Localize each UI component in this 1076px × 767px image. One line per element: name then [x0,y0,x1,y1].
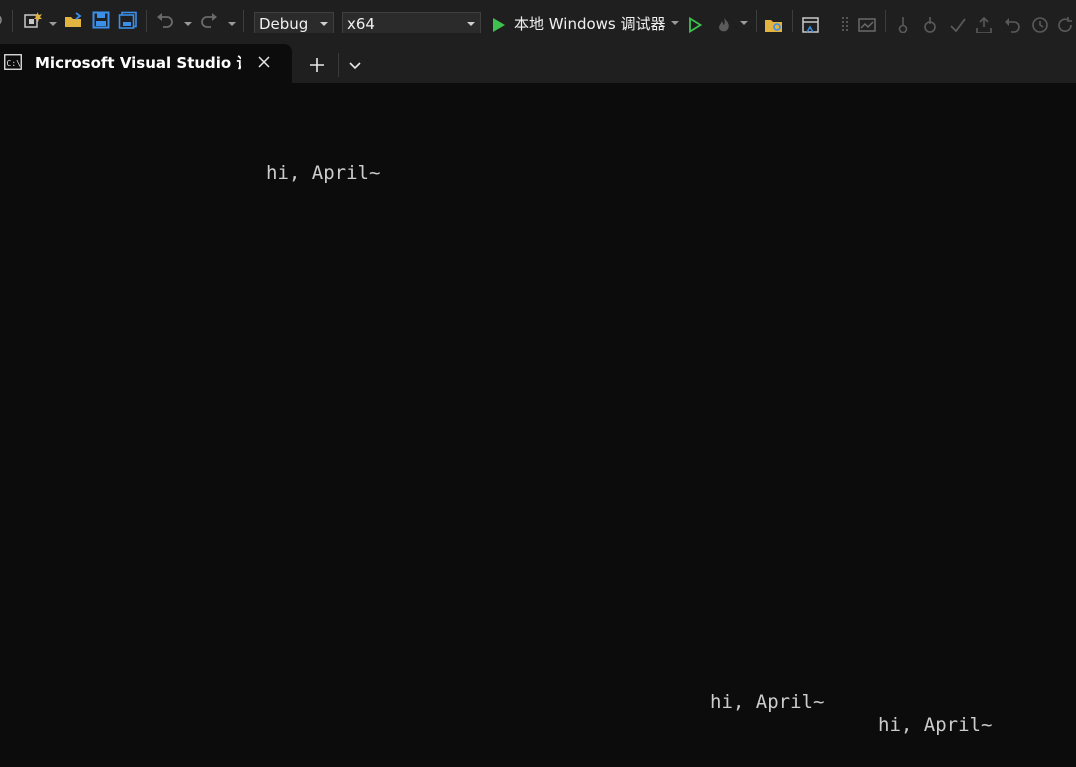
toolbar-separator [12,10,13,32]
push-icon[interactable] [974,13,994,33]
browse-icon[interactable] [856,13,878,33]
solution-explorer-icon[interactable] [763,13,785,33]
output-line: hi, April~ [878,714,993,736]
plus-icon[interactable] [306,54,328,76]
start-debugging-icon[interactable] [490,13,508,33]
toolbar-separator [792,10,793,32]
tab-divider [338,53,339,77]
pull-icon[interactable] [920,13,940,33]
new-project-icon[interactable] [22,8,44,32]
platform-select[interactable]: x64 [342,12,481,33]
tab-debug-console[interactable]: C:\ Microsoft Visual Studio 调试控制台 [0,44,292,83]
partial-icon [0,8,6,32]
undo-icon[interactable] [154,8,176,32]
hot-reload-dropdown-icon[interactable] [740,21,748,25]
open-folder-icon[interactable] [63,8,85,32]
configuration-value: Debug [259,15,309,33]
vs-toolbar: Debug x64 本地 Windows 调试器 [0,0,1076,33]
overflow-icon[interactable] [828,18,838,33]
platform-value: x64 [347,15,375,33]
toolbar-separator [756,10,757,32]
configuration-select[interactable]: Debug [254,12,334,33]
start-without-debugging-icon[interactable] [686,13,704,33]
windows-terminal-window: Debug x64 本地 Windows 调试器 C:\ Microsoft V… [0,0,1076,767]
refresh-icon[interactable] [1055,13,1075,33]
hot-reload-icon[interactable] [713,13,735,33]
undo-dropdown-icon[interactable] [184,22,192,26]
chevron-down-icon [467,22,475,26]
svg-text:C:\: C:\ [7,59,22,68]
new-project-dropdown-icon[interactable] [49,22,57,26]
tab-title: Microsoft Visual Studio 调试控制台 [35,54,241,72]
console-icon: C:\ [4,54,22,70]
save-icon[interactable] [90,8,112,32]
chevron-down-icon [320,22,328,26]
grip-icon [840,13,850,33]
fetch-icon[interactable] [894,13,912,33]
terminal-output[interactable]: hi, April~ hi, April~ hi, April~ [0,83,1076,767]
history-icon[interactable] [1029,13,1049,33]
toolbar-separator [146,10,147,32]
check-icon[interactable] [948,13,968,33]
chevron-down-icon[interactable] [344,54,366,76]
window-layout-icon[interactable] [800,13,822,33]
redo-dropdown-icon[interactable] [228,22,236,26]
terminal-tab-bar: C:\ Microsoft Visual Studio 调试控制台 [0,33,1076,83]
output-line: hi, April~ [266,162,381,184]
toolbar-separator [243,10,244,32]
undo-changes-icon[interactable] [1002,13,1022,33]
run-target-label[interactable]: 本地 Windows 调试器 [514,12,666,33]
close-icon[interactable] [256,54,272,70]
save-all-icon[interactable] [117,8,139,32]
run-target-dropdown-icon[interactable] [671,21,679,25]
output-line: hi, April~ [710,691,825,713]
redo-icon[interactable] [198,8,220,32]
toolbar-separator [885,10,886,32]
